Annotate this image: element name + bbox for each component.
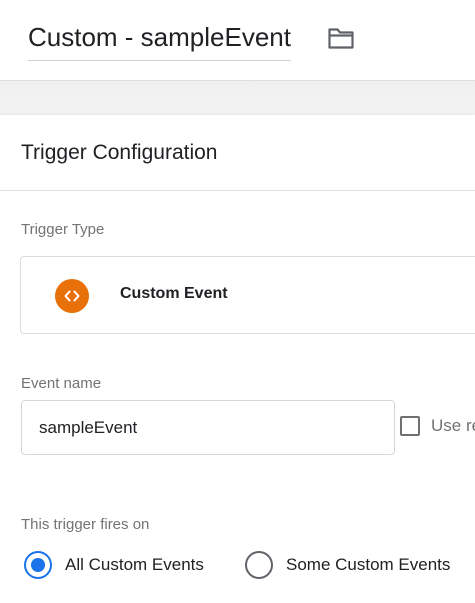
panel-divider xyxy=(0,190,475,191)
radio-label: Some Custom Events xyxy=(286,555,451,574)
event-name-label: Event name xyxy=(21,375,102,392)
radio-unselected-icon[interactable] xyxy=(245,551,273,579)
tag-name-text: Custom - sampleEvent xyxy=(28,22,291,52)
radio-selected-icon[interactable] xyxy=(24,551,52,579)
tag-header: Custom - sampleEvent xyxy=(0,0,475,81)
page-gutter xyxy=(0,81,475,115)
folder-icon[interactable] xyxy=(327,26,355,50)
checkbox-box[interactable] xyxy=(400,416,420,436)
code-brackets-icon xyxy=(55,279,89,313)
trigger-type-name: Custom Event xyxy=(120,285,228,302)
event-name-input[interactable] xyxy=(21,400,395,455)
panel-title: Trigger Configuration xyxy=(21,141,218,164)
tag-name-field[interactable]: Custom - sampleEvent xyxy=(28,14,291,61)
trigger-type-label: Trigger Type xyxy=(21,221,105,238)
checkbox-label: Use re xyxy=(431,416,475,435)
use-regex-checkbox[interactable]: Use re xyxy=(400,414,475,440)
trigger-type-card[interactable]: Custom Event xyxy=(20,256,475,334)
fires-on-label: This trigger fires on xyxy=(21,516,150,533)
radio-label: All Custom Events xyxy=(65,555,204,574)
